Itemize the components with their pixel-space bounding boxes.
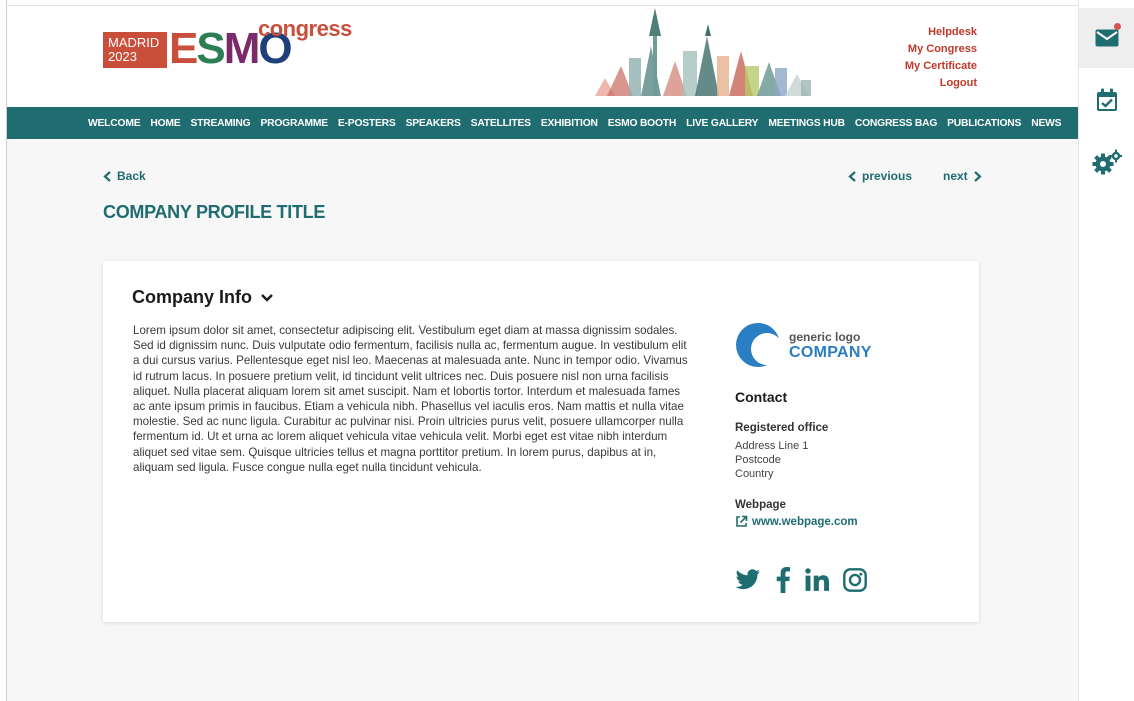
social-links xyxy=(735,567,867,593)
logo-esmo-letter: E xyxy=(169,24,198,73)
previous-label: previous xyxy=(862,169,913,183)
nav-congress-bag[interactable]: CONGRESS BAG xyxy=(855,118,947,129)
nav-exhibition[interactable]: EXHIBITION xyxy=(541,118,608,129)
chevron-down-icon xyxy=(261,293,273,302)
nav-news[interactable]: NEWS xyxy=(1031,118,1071,129)
logo-year-text: 2023 xyxy=(108,49,137,64)
instagram-icon xyxy=(843,568,867,592)
site-header: MADRID 2023 ESMO congress Helpdesk My Co… xyxy=(7,6,1078,107)
madrid-skyline-illustration xyxy=(595,8,811,96)
nav-speakers[interactable]: SPEAKERS xyxy=(406,118,471,129)
nav-satellites[interactable]: SATELLITES xyxy=(471,118,541,129)
nav-programme[interactable]: PROGRAMME xyxy=(260,118,337,129)
right-toolbar xyxy=(1078,0,1134,701)
address-country: Country xyxy=(735,468,774,480)
linkedin-link[interactable] xyxy=(805,568,829,592)
linkedin-icon xyxy=(805,568,829,591)
back-link[interactable]: Back xyxy=(103,169,146,183)
webpage-link[interactable]: www.webpage.com xyxy=(735,515,858,528)
nav-e-posters[interactable]: E-POSTERS xyxy=(338,118,406,129)
webpage-url: www.webpage.com xyxy=(752,515,858,528)
back-label: Back xyxy=(117,169,146,183)
next-label: next xyxy=(943,169,968,183)
header-user-links: Helpdesk My Congress My Certificate Logo… xyxy=(905,24,977,92)
logout-link[interactable]: Logout xyxy=(905,75,977,92)
registered-office-label: Registered office xyxy=(735,422,829,434)
twitter-link[interactable] xyxy=(735,569,761,591)
helpdesk-link[interactable]: Helpdesk xyxy=(905,24,977,41)
esmo-congress-logo[interactable]: MADRID 2023 ESMO congress xyxy=(103,16,352,80)
settings-button[interactable] xyxy=(1079,132,1134,192)
nav-esmo-booth[interactable]: ESMO BOOTH xyxy=(608,118,686,129)
my-congress-link[interactable]: My Congress xyxy=(905,41,977,58)
previous-link[interactable]: previous xyxy=(848,169,912,183)
calendar-check-icon xyxy=(1097,88,1117,111)
webpage-label: Webpage xyxy=(735,499,786,511)
logo-esmo-letter: M xyxy=(223,24,261,73)
nav-welcome[interactable]: WELCOME xyxy=(88,118,150,129)
messages-button[interactable] xyxy=(1079,8,1134,68)
company-logo: generic logo COMPANY xyxy=(735,321,885,371)
nav-live-gallery[interactable]: LIVE GALLERY xyxy=(686,118,768,129)
chevron-left-icon xyxy=(848,170,856,182)
chevron-left-icon xyxy=(103,170,111,182)
address-postcode: Postcode xyxy=(735,454,781,466)
contact-heading: Contact xyxy=(735,389,788,405)
instagram-link[interactable] xyxy=(843,568,867,592)
gears-icon xyxy=(1092,149,1122,175)
logo-madrid-badge: MADRID 2023 xyxy=(103,32,167,68)
notification-dot xyxy=(1114,23,1121,30)
main-navigation: WELCOME HOME STREAMING PROGRAMME E-POSTE… xyxy=(7,107,1078,139)
next-link[interactable]: next xyxy=(943,169,982,183)
company-description: Lorem ipsum dolor sit amet, consectetur … xyxy=(133,324,688,474)
agenda-button[interactable] xyxy=(1079,70,1134,130)
chevron-right-icon xyxy=(973,170,982,182)
address-line: Address Line 1 xyxy=(735,440,809,452)
company-logo-generic-text: generic logo xyxy=(789,330,861,344)
company-info-card: Company Info Lorem ipsum dolor sit amet,… xyxy=(103,261,979,622)
nav-streaming[interactable]: STREAMING xyxy=(190,118,260,129)
nav-meetings-hub[interactable]: MEETINGS HUB xyxy=(768,118,855,129)
page-title: COMPANY PROFILE TITLE xyxy=(103,202,326,222)
main-content: Back previous next COMPANY PROFILE TITLE… xyxy=(7,139,1078,701)
company-logo-mark-icon xyxy=(736,323,783,367)
external-link-icon xyxy=(736,515,748,527)
mail-icon xyxy=(1095,29,1119,47)
logo-esmo-letter: S xyxy=(196,24,225,73)
company-info-heading: Company Info xyxy=(132,287,252,307)
twitter-icon xyxy=(735,569,760,590)
facebook-link[interactable] xyxy=(775,567,791,593)
company-logo-company-text: COMPANY xyxy=(789,344,872,361)
company-info-toggle[interactable]: Company Info xyxy=(132,287,274,308)
my-certificate-link[interactable]: My Certificate xyxy=(905,58,977,75)
facebook-icon xyxy=(776,567,791,593)
logo-congress-text: congress xyxy=(258,16,352,41)
nav-home[interactable]: HOME xyxy=(150,118,190,129)
logo-madrid-text: MADRID xyxy=(108,35,160,50)
nav-publications[interactable]: PUBLICATIONS xyxy=(947,118,1031,129)
address-block: Address Line 1 Postcode Country xyxy=(735,439,808,481)
